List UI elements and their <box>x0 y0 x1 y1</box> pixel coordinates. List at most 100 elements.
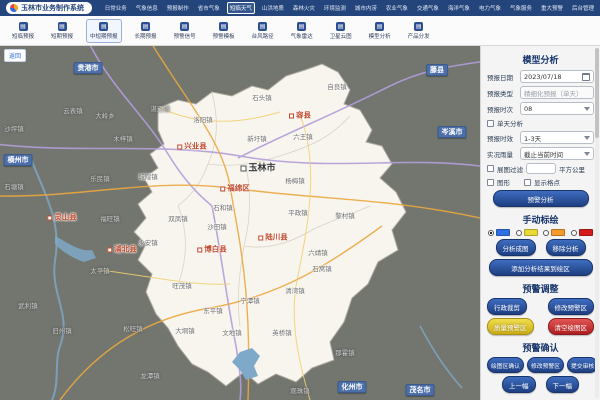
top-menu-item-15[interactable]: 后台管理 <box>570 3 596 13</box>
manual-button-1[interactable]: 移除分析 <box>546 239 586 256</box>
forecast-type-input[interactable]: 精细化预报（单天） <box>520 86 594 99</box>
graphic-checkbox[interactable] <box>487 179 494 186</box>
map-label-place: 龙潭镇 <box>140 370 160 380</box>
sub-menu-item-4[interactable]: ▤预警信号 <box>170 19 200 43</box>
sub-menu-item-9[interactable]: ▤模型分析 <box>365 19 395 43</box>
top-menu-item-1[interactable]: 气象信息 <box>134 3 160 13</box>
rain-select[interactable]: 截止当前时间 <box>520 147 594 160</box>
plot-color-option-3[interactable] <box>571 229 593 236</box>
document-icon: ▤ <box>19 22 28 31</box>
frame-nav-button-1[interactable]: 下一幅 <box>546 376 580 393</box>
sub-menu-label: 台风路径 <box>252 32 274 40</box>
map-label-place: 清湾镇 <box>285 285 305 295</box>
top-menu-item-7[interactable]: 环境监测 <box>322 3 348 13</box>
document-icon: ▤ <box>180 22 189 31</box>
sub-menu-item-5[interactable]: ▤预警模板 <box>209 19 239 43</box>
sub-menu-item-0[interactable]: ▤短临预报 <box>8 19 38 43</box>
map-label-place: 文地镇 <box>222 327 242 337</box>
top-menu-item-2[interactable]: 预报制作 <box>165 3 191 13</box>
top-menu-item-13[interactable]: 气象服务 <box>508 3 534 13</box>
top-menu-item-6[interactable]: 森林火灾 <box>291 3 317 13</box>
map-back-button[interactable]: 返回 <box>4 49 26 62</box>
sub-menu-item-1[interactable]: ▤短期预报 <box>47 19 77 43</box>
sidebar-scrollbar[interactable] <box>595 48 599 398</box>
manual-plot-title: 手动标绘 <box>487 213 594 226</box>
map-label-place: 大岭乡 <box>95 110 115 120</box>
map-label-place: 兴业县 <box>177 141 207 152</box>
area-filter-input[interactable] <box>526 163 556 174</box>
adjust-button-0[interactable]: 行政裁剪 <box>487 298 527 315</box>
color-radio[interactable] <box>543 230 549 236</box>
map-label-place: 松旺镇 <box>123 323 143 333</box>
adjust-button-2[interactable]: 质量预警区 <box>487 318 534 335</box>
warning-analysis-button[interactable]: 预警分析 <box>493 190 589 207</box>
sub-menu-item-10[interactable]: ▤产品分发 <box>404 19 434 43</box>
sub-menu-item-8[interactable]: ▤卫星云图 <box>326 19 356 43</box>
map-label-place: 武利镇 <box>18 300 38 310</box>
color-radio[interactable] <box>488 230 494 236</box>
map-label-city: 茂名市 <box>406 384 435 396</box>
confirm-button-1[interactable]: 修改预警区 <box>527 357 564 373</box>
validity-select[interactable]: 1-3天 <box>520 131 594 144</box>
document-icon: ▤ <box>297 22 306 31</box>
color-radio[interactable] <box>516 230 522 236</box>
sub-menu-item-2[interactable]: ▤中短期预报 <box>86 19 122 43</box>
map-label-place: 沙坪镇 <box>4 123 24 133</box>
sub-menu-item-3[interactable]: ▤长期预报 <box>131 19 161 43</box>
chevron-down-icon <box>584 136 590 140</box>
confirm-button-0[interactable]: 绘图区确认 <box>487 357 524 373</box>
map-label-place: 沙田镇 <box>207 221 227 231</box>
forecast-date-input[interactable]: 2023/07/18 <box>520 70 594 83</box>
map-label-place: 博白县 <box>197 244 227 255</box>
document-icon: ▤ <box>414 22 423 31</box>
area-filter-unit: 平方公里 <box>559 164 585 174</box>
map-label-city: 玉林市 <box>240 161 275 174</box>
frame-nav-button-0[interactable]: 上一幅 <box>502 376 536 393</box>
top-menu-item-9[interactable]: 农业气象 <box>384 3 410 13</box>
area-filter-checkbox[interactable] <box>487 165 494 172</box>
map-label-place: 石头镇 <box>252 92 272 102</box>
sub-menu-label: 模型分析 <box>369 32 391 40</box>
sub-menu-item-6[interactable]: ▤台风路径 <box>248 19 278 43</box>
map-label-place: 旺茂镇 <box>172 280 192 290</box>
sub-menu-item-7[interactable]: ▤气象雷达 <box>287 19 317 43</box>
manual-button-0[interactable]: 分析成图 <box>496 239 536 256</box>
calendar-icon[interactable] <box>582 73 590 81</box>
sub-menu-bar: ▤短临预报▤短期预报▤中短期预报▤长期预报▤预警信号▤预警模板▤台风路径▤气象雷… <box>0 16 600 46</box>
plot-color-option-1[interactable] <box>516 229 538 236</box>
map-label-city: 岑溪市 <box>438 126 467 138</box>
color-swatch <box>496 229 510 236</box>
grid-points-checkbox[interactable] <box>524 179 531 186</box>
sub-menu-label: 短期预报 <box>51 32 73 40</box>
top-menu-item-10[interactable]: 交通气象 <box>415 3 441 13</box>
map-label-place: 太平镇 <box>90 265 110 275</box>
add-result-button[interactable]: 添加分析结果到绘区 <box>489 259 593 276</box>
map-canvas[interactable]: 返回 贵港市藤县横州市岑溪市茂名市化州市玉林市兴业县容县福绵区陆川县博白县浦北县… <box>0 46 480 400</box>
top-menu-item-11[interactable]: 海洋气象 <box>446 3 472 13</box>
confirm-button-2[interactable]: 提交审核 <box>567 357 598 373</box>
scrollbar-thumb[interactable] <box>595 48 599 138</box>
sub-menu-label: 长期预报 <box>135 32 157 40</box>
adjust-button-1[interactable]: 修改预警区 <box>548 298 595 315</box>
top-menu-item-0[interactable]: 日常业务 <box>103 3 129 13</box>
map-label-place: 六王镇 <box>293 131 313 141</box>
top-menu-item-14[interactable]: 重大预警 <box>539 3 565 13</box>
graphic-label: 图形 <box>497 177 510 187</box>
top-menu-item-8[interactable]: 城市内涝 <box>353 3 379 13</box>
top-menu-item-4[interactable]: 短临天气 <box>227 2 255 14</box>
plot-color-option-0[interactable] <box>488 229 510 236</box>
document-icon: ▤ <box>99 22 108 31</box>
top-menu-item-5[interactable]: 山洪地质 <box>260 3 286 13</box>
map-label-place: 石窝镇 <box>312 263 332 273</box>
single-day-checkbox[interactable] <box>487 120 494 127</box>
map-label-place: 新圩镇 <box>247 133 267 143</box>
chevron-down-icon <box>584 107 590 111</box>
color-radio[interactable] <box>571 230 577 236</box>
plot-color-option-2[interactable] <box>543 229 565 236</box>
grid-points-label: 显示格点 <box>534 177 560 187</box>
top-menu-item-3[interactable]: 省市气象 <box>196 3 222 13</box>
forecast-hour-select[interactable]: 08 <box>520 102 594 115</box>
adjust-button-3[interactable]: 清空绘图区 <box>548 318 595 335</box>
top-menu-item-12[interactable]: 电力气象 <box>477 3 503 13</box>
map-label-place: 灵山县 <box>47 212 77 223</box>
